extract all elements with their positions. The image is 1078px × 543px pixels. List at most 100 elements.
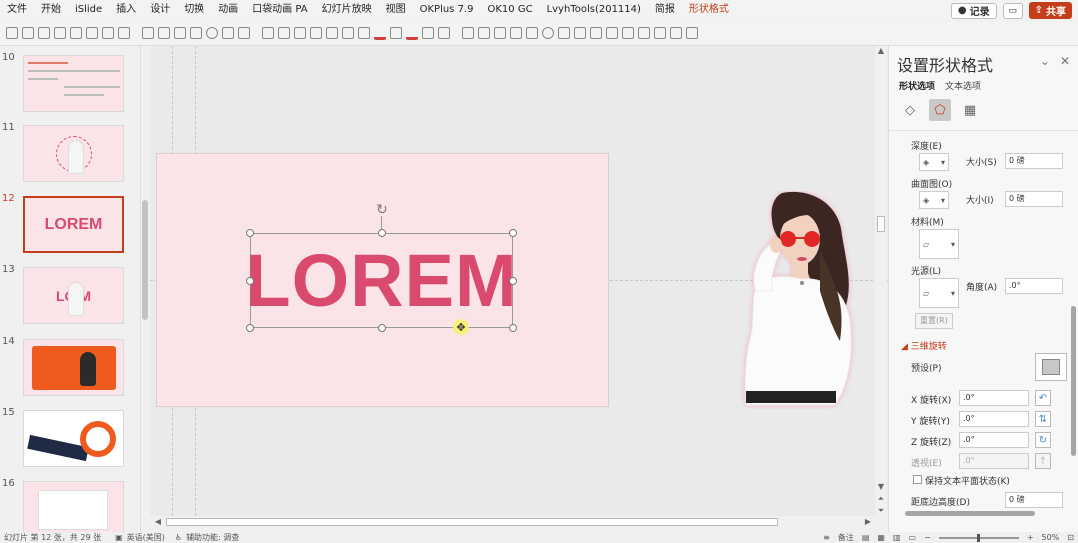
align-text-left-icon[interactable] xyxy=(462,27,474,39)
fit-to-window-icon[interactable]: ⊡ xyxy=(1067,533,1074,542)
ungroup-icon[interactable] xyxy=(278,27,290,39)
pane-hscroll-thumb[interactable] xyxy=(905,511,1035,516)
slide-thumbnail[interactable] xyxy=(23,125,124,182)
prev-slide-icon[interactable]: ⏶ xyxy=(875,494,887,504)
align-bottom-icon[interactable] xyxy=(86,27,98,39)
thumbnail-row[interactable]: 14 xyxy=(0,336,140,396)
align-text-center-icon[interactable] xyxy=(478,27,490,39)
slide-thumbnail[interactable] xyxy=(23,481,124,538)
align-top-icon[interactable] xyxy=(54,27,66,39)
resize-handle-top[interactable] xyxy=(378,229,386,237)
next-slide-icon[interactable]: ⏷ xyxy=(875,506,887,516)
callout-icon[interactable] xyxy=(606,27,618,39)
image-insert-icon[interactable] xyxy=(686,27,698,39)
menu-okplus[interactable]: OKPlus 7.9 xyxy=(413,0,481,20)
woman-photo[interactable] xyxy=(716,191,856,409)
merge-shapes-icon[interactable] xyxy=(206,27,218,39)
size-properties-icon[interactable]: ▦ xyxy=(959,99,981,121)
grid-icon[interactable] xyxy=(670,27,682,39)
insert-shape-icon[interactable] xyxy=(222,27,234,39)
slide-thumbnail[interactable] xyxy=(23,55,124,112)
y-rotation-input[interactable]: .0° xyxy=(959,411,1029,427)
menu-slideshow[interactable]: 幻灯片放映 xyxy=(315,0,379,20)
slide-sorter-icon[interactable]: ▦ xyxy=(877,533,885,542)
rotate-handle-icon[interactable]: ↻ xyxy=(374,202,390,218)
scroll-left-icon[interactable]: ◀ xyxy=(152,516,164,528)
slide-thumbnail[interactable] xyxy=(23,410,124,467)
slide-thumbnail[interactable] xyxy=(23,339,124,396)
menu-shape-format[interactable]: 形状格式 xyxy=(682,0,736,20)
y-rotate-icon[interactable]: ⇅ xyxy=(1035,411,1051,427)
menu-transitions[interactable]: 切换 xyxy=(177,0,211,20)
x-rotate-left-icon[interactable]: ↶ xyxy=(1035,390,1051,406)
menu-insert[interactable]: 插入 xyxy=(109,0,143,20)
spellcheck-icon[interactable]: ▣ xyxy=(115,533,123,542)
table-icon[interactable] xyxy=(638,27,650,39)
thumbnail-row[interactable]: 10 xyxy=(0,52,140,112)
thumbnail-row[interactable]: 16 xyxy=(0,478,140,538)
angle-input[interactable]: .0° xyxy=(1005,278,1063,294)
resize-icon[interactable] xyxy=(526,27,538,39)
change-case-icon[interactable] xyxy=(438,27,450,39)
pane-vertical-scrollbar[interactable] xyxy=(1069,130,1078,510)
resize-handle-bottom[interactable] xyxy=(378,324,386,332)
fill-line-icon[interactable]: ◇ xyxy=(899,99,921,121)
language-status[interactable]: 英语(美国) xyxy=(127,532,165,543)
depth-size-input[interactable]: 0 磅 xyxy=(1005,153,1063,169)
thumbnail-row[interactable]: 11 xyxy=(0,122,140,182)
lighting-dropdown[interactable]: ▱ ▾ xyxy=(919,278,959,308)
zoom-slider[interactable] xyxy=(938,533,1019,542)
zoom-slider-knob[interactable] xyxy=(976,533,980,542)
pane-vscroll-thumb[interactable] xyxy=(1071,306,1076,456)
contour-size-input[interactable]: 0 磅 xyxy=(1005,191,1063,207)
effects-icon[interactable]: ⬠ xyxy=(929,99,951,121)
selected-textbox[interactable]: LOREM xyxy=(245,233,517,328)
canvas-vscroll-thumb[interactable] xyxy=(877,216,885,232)
format-painter-icon[interactable] xyxy=(342,27,354,39)
thumbnail-row[interactable]: 12 LOREM xyxy=(0,193,140,253)
canvas-horizontal-scrollbar[interactable]: ◀ ▶ xyxy=(150,516,888,528)
crop-image-icon[interactable] xyxy=(510,27,522,39)
selection-pane-icon[interactable] xyxy=(326,27,338,39)
menu-home[interactable]: 开始 xyxy=(34,0,68,20)
menu-islide[interactable]: iSlide xyxy=(68,0,109,20)
rotate-shape-icon[interactable] xyxy=(238,27,250,39)
accessibility-status[interactable]: 辅助功能: 调查 xyxy=(186,532,239,543)
distribute-horizontal-icon[interactable] xyxy=(102,27,114,39)
highlight-icon[interactable] xyxy=(390,27,402,39)
diamond-icon[interactable] xyxy=(654,27,666,39)
align-middle-icon[interactable] xyxy=(70,27,82,39)
distribute-vertical-icon[interactable] xyxy=(118,27,130,39)
resize-handle-right[interactable] xyxy=(509,277,517,285)
tab-shape-options[interactable]: 形状选项 xyxy=(899,79,935,92)
menu-ok10[interactable]: OK10 GC xyxy=(480,0,539,20)
zoom-in-icon[interactable]: + xyxy=(1027,533,1034,542)
align-left-icon[interactable] xyxy=(6,27,18,39)
reset-button[interactable]: 重置(R) xyxy=(915,313,953,329)
align-center-icon[interactable] xyxy=(22,27,34,39)
edit-points-icon[interactable] xyxy=(190,27,202,39)
distance-input[interactable]: 0 磅 xyxy=(1005,492,1063,508)
text-fill-icon[interactable] xyxy=(406,27,418,40)
star-shape-icon[interactable] xyxy=(574,27,586,39)
crop-icon[interactable] xyxy=(174,27,186,39)
scroll-down-icon[interactable]: ▼ xyxy=(875,482,887,492)
x-rotation-input[interactable]: .0° xyxy=(959,390,1029,406)
zoom-level[interactable]: 50% xyxy=(1042,533,1060,542)
close-icon[interactable]: ✕ xyxy=(1060,54,1070,68)
tab-text-options[interactable]: 文本选项 xyxy=(945,79,981,92)
character-spacing-icon[interactable] xyxy=(422,27,434,39)
record-button[interactable]: ● 记录 xyxy=(950,2,997,19)
slide-thumbnail-selected[interactable]: LOREM xyxy=(23,196,124,253)
menu-briefing[interactable]: 简报 xyxy=(648,0,682,20)
thumbnail-row[interactable]: 13 LO M xyxy=(0,264,140,324)
menu-design[interactable]: 设计 xyxy=(143,0,177,20)
contour-color-dropdown[interactable]: ◈ ▾ xyxy=(919,191,949,209)
slide-canvas[interactable]: LOREM ↻ ✥ xyxy=(150,46,888,516)
pane-horizontal-scrollbar[interactable] xyxy=(889,508,1069,518)
same-height-icon[interactable] xyxy=(158,27,170,39)
z-rotate-icon[interactable]: ↻ xyxy=(1035,432,1051,448)
canvas-vertical-scrollbar[interactable]: ▲ ▼ ⏶ ⏷ xyxy=(875,46,887,516)
same-width-icon[interactable] xyxy=(142,27,154,39)
reading-view-icon[interactable]: ▥ xyxy=(893,533,901,542)
